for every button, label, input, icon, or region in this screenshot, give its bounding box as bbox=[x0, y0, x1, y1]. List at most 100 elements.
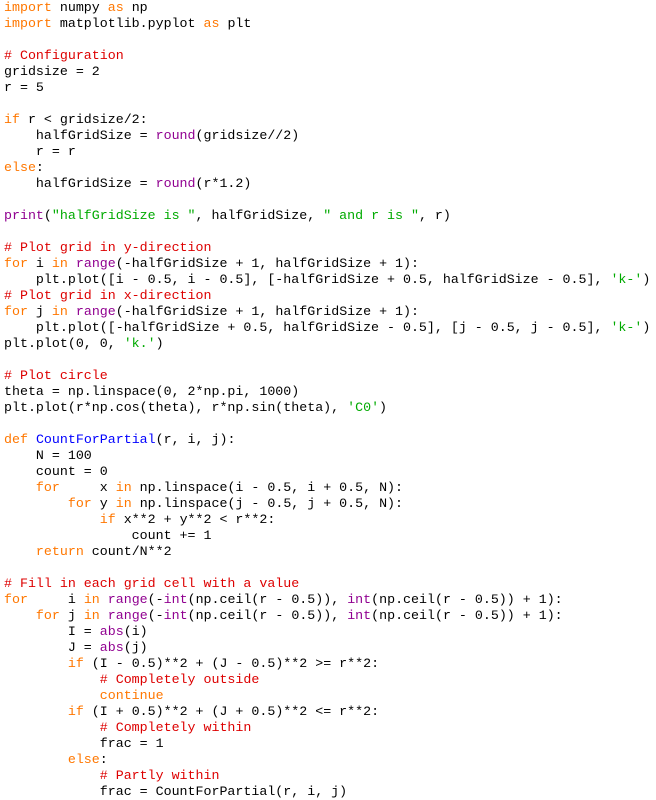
code-token: (- bbox=[147, 592, 164, 607]
code-line[interactable]: # Plot grid in y-direction bbox=[4, 240, 656, 256]
keyword-token: in bbox=[51, 256, 68, 271]
code-token: i bbox=[27, 256, 52, 271]
code-line[interactable]: # Plot grid in x-direction bbox=[4, 288, 656, 304]
code-line[interactable]: # Completely outside bbox=[4, 672, 656, 688]
builtin-token: int bbox=[163, 592, 188, 607]
code-line[interactable]: if r < gridsize/2: bbox=[4, 112, 656, 128]
code-line[interactable]: frac = CountForPartial(r, i, j) bbox=[4, 784, 656, 800]
code-line[interactable] bbox=[4, 560, 656, 576]
code-token: count = 0 bbox=[4, 464, 108, 479]
comment-token: # Partly within bbox=[99, 768, 220, 783]
code-line[interactable]: N = 100 bbox=[4, 448, 656, 464]
code-line[interactable]: return count/N**2 bbox=[4, 544, 656, 560]
code-token: plt.plot([i - 0.5, i - 0.5], [-halfGridS… bbox=[4, 272, 611, 287]
comment-token: # Completely within bbox=[99, 720, 252, 735]
keyword-token: for bbox=[4, 256, 28, 271]
code-token: np bbox=[123, 0, 148, 15]
code-line[interactable]: else: bbox=[4, 752, 656, 768]
code-line[interactable]: plt.plot([-halfGridSize + 0.5, halfGridS… bbox=[4, 320, 656, 336]
code-line[interactable]: I = abs(i) bbox=[4, 624, 656, 640]
code-line[interactable]: for j in range(-halfGridSize + 1, halfGr… bbox=[4, 304, 656, 320]
code-line[interactable] bbox=[4, 352, 656, 368]
string-token: 'k-' bbox=[610, 272, 643, 287]
code-line[interactable]: plt.plot([i - 0.5, i - 0.5], [-halfGridS… bbox=[4, 272, 656, 288]
code-line[interactable] bbox=[4, 32, 656, 48]
code-line[interactable]: for i in range(-int(np.ceil(r - 0.5)), i… bbox=[4, 592, 656, 608]
code-token: r < gridsize/2: bbox=[19, 112, 148, 127]
keyword-token: if bbox=[67, 656, 84, 671]
code-line[interactable]: plt.plot(0, 0, 'k.') bbox=[4, 336, 656, 352]
code-token: , r) bbox=[418, 208, 451, 223]
code-line[interactable] bbox=[4, 96, 656, 112]
code-line[interactable]: if (I + 0.5)**2 + (J + 0.5)**2 <= r**2: bbox=[4, 704, 656, 720]
code-line[interactable]: else: bbox=[4, 160, 656, 176]
builtin-token: range bbox=[107, 608, 148, 623]
code-line[interactable]: for j in range(-int(np.ceil(r - 0.5)), i… bbox=[4, 608, 656, 624]
code-line[interactable]: def CountForPartial(r, i, j): bbox=[4, 432, 656, 448]
code-line[interactable]: frac = 1 bbox=[4, 736, 656, 752]
string-token: " and r is " bbox=[323, 208, 419, 223]
code-token: (r, i, j): bbox=[155, 432, 236, 447]
code-line[interactable]: print("halfGridSize is ", halfGridSize, … bbox=[4, 208, 656, 224]
code-token: plt.plot([-halfGridSize + 0.5, halfGridS… bbox=[4, 320, 611, 335]
code-line[interactable]: halfGridSize = round(r*1.2) bbox=[4, 176, 656, 192]
keyword-token: in bbox=[51, 304, 68, 319]
code-line[interactable]: J = abs(j) bbox=[4, 640, 656, 656]
code-token: count/N**2 bbox=[83, 544, 172, 559]
code-line[interactable]: for y in np.linspace(j - 0.5, j + 0.5, N… bbox=[4, 496, 656, 512]
code-token: halfGridSize = bbox=[4, 128, 156, 143]
code-line[interactable] bbox=[4, 224, 656, 240]
code-token: ( bbox=[43, 208, 52, 223]
keyword-token: for bbox=[67, 496, 92, 511]
code-line[interactable]: continue bbox=[4, 688, 656, 704]
code-line[interactable]: for i in range(-halfGridSize + 1, halfGr… bbox=[4, 256, 656, 272]
code-line[interactable]: # Completely within bbox=[4, 720, 656, 736]
code-token: ) bbox=[642, 272, 651, 287]
code-token: N = 100 bbox=[4, 448, 92, 463]
code-line[interactable]: plt.plot(r*np.cos(theta), r*np.sin(theta… bbox=[4, 400, 656, 416]
code-token: : bbox=[99, 752, 108, 767]
code-token: y bbox=[91, 496, 116, 511]
code-line[interactable]: # Partly within bbox=[4, 768, 656, 784]
code-token: ) bbox=[379, 400, 388, 415]
code-token: np.linspace(j - 0.5, j + 0.5, N): bbox=[131, 496, 404, 511]
code-line[interactable]: # Plot circle bbox=[4, 368, 656, 384]
code-line[interactable]: halfGridSize = round(gridsize//2) bbox=[4, 128, 656, 144]
code-editor[interactable]: import numpy as np import matplotlib.pypl… bbox=[0, 0, 656, 800]
code-token: (i) bbox=[123, 624, 148, 639]
code-token: i bbox=[27, 592, 84, 607]
keyword-token: as bbox=[107, 0, 124, 15]
keyword-token: in bbox=[83, 592, 100, 607]
code-line[interactable] bbox=[4, 416, 656, 432]
code-line[interactable]: r = 5 bbox=[4, 80, 656, 96]
code-line[interactable] bbox=[4, 192, 656, 208]
string-token: 'k-' bbox=[610, 320, 643, 335]
code-token: (gridsize//2) bbox=[195, 128, 300, 143]
code-line[interactable]: import matplotlib.pyplot as plt bbox=[4, 16, 656, 32]
builtin-token: round bbox=[155, 128, 196, 143]
code-token: j bbox=[27, 304, 52, 319]
code-token: plt bbox=[219, 16, 252, 31]
code-line[interactable]: r = r bbox=[4, 144, 656, 160]
keyword-token: import bbox=[4, 16, 52, 31]
code-line[interactable]: if x**2 + y**2 < r**2: bbox=[4, 512, 656, 528]
code-line[interactable]: import numpy as np bbox=[4, 0, 656, 16]
code-token: halfGridSize = bbox=[4, 176, 156, 191]
code-line[interactable]: for x in np.linspace(i - 0.5, i + 0.5, N… bbox=[4, 480, 656, 496]
code-line[interactable]: theta = np.linspace(0, 2*np.pi, 1000) bbox=[4, 384, 656, 400]
builtin-token: abs bbox=[99, 640, 124, 655]
code-token: r = 5 bbox=[4, 80, 44, 95]
code-line[interactable]: if (I - 0.5)**2 + (J - 0.5)**2 >= r**2: bbox=[4, 656, 656, 672]
code-line[interactable]: gridsize = 2 bbox=[4, 64, 656, 80]
code-line[interactable]: count += 1 bbox=[4, 528, 656, 544]
builtin-token: range bbox=[107, 592, 148, 607]
code-line[interactable]: # Configuration bbox=[4, 48, 656, 64]
code-line[interactable]: # Fill in each grid cell with a value bbox=[4, 576, 656, 592]
code-line[interactable]: count = 0 bbox=[4, 464, 656, 480]
code-token: plt.plot(r*np.cos(theta), r*np.sin(theta… bbox=[4, 400, 348, 415]
code-token: plt.plot(0, 0, bbox=[4, 336, 124, 351]
